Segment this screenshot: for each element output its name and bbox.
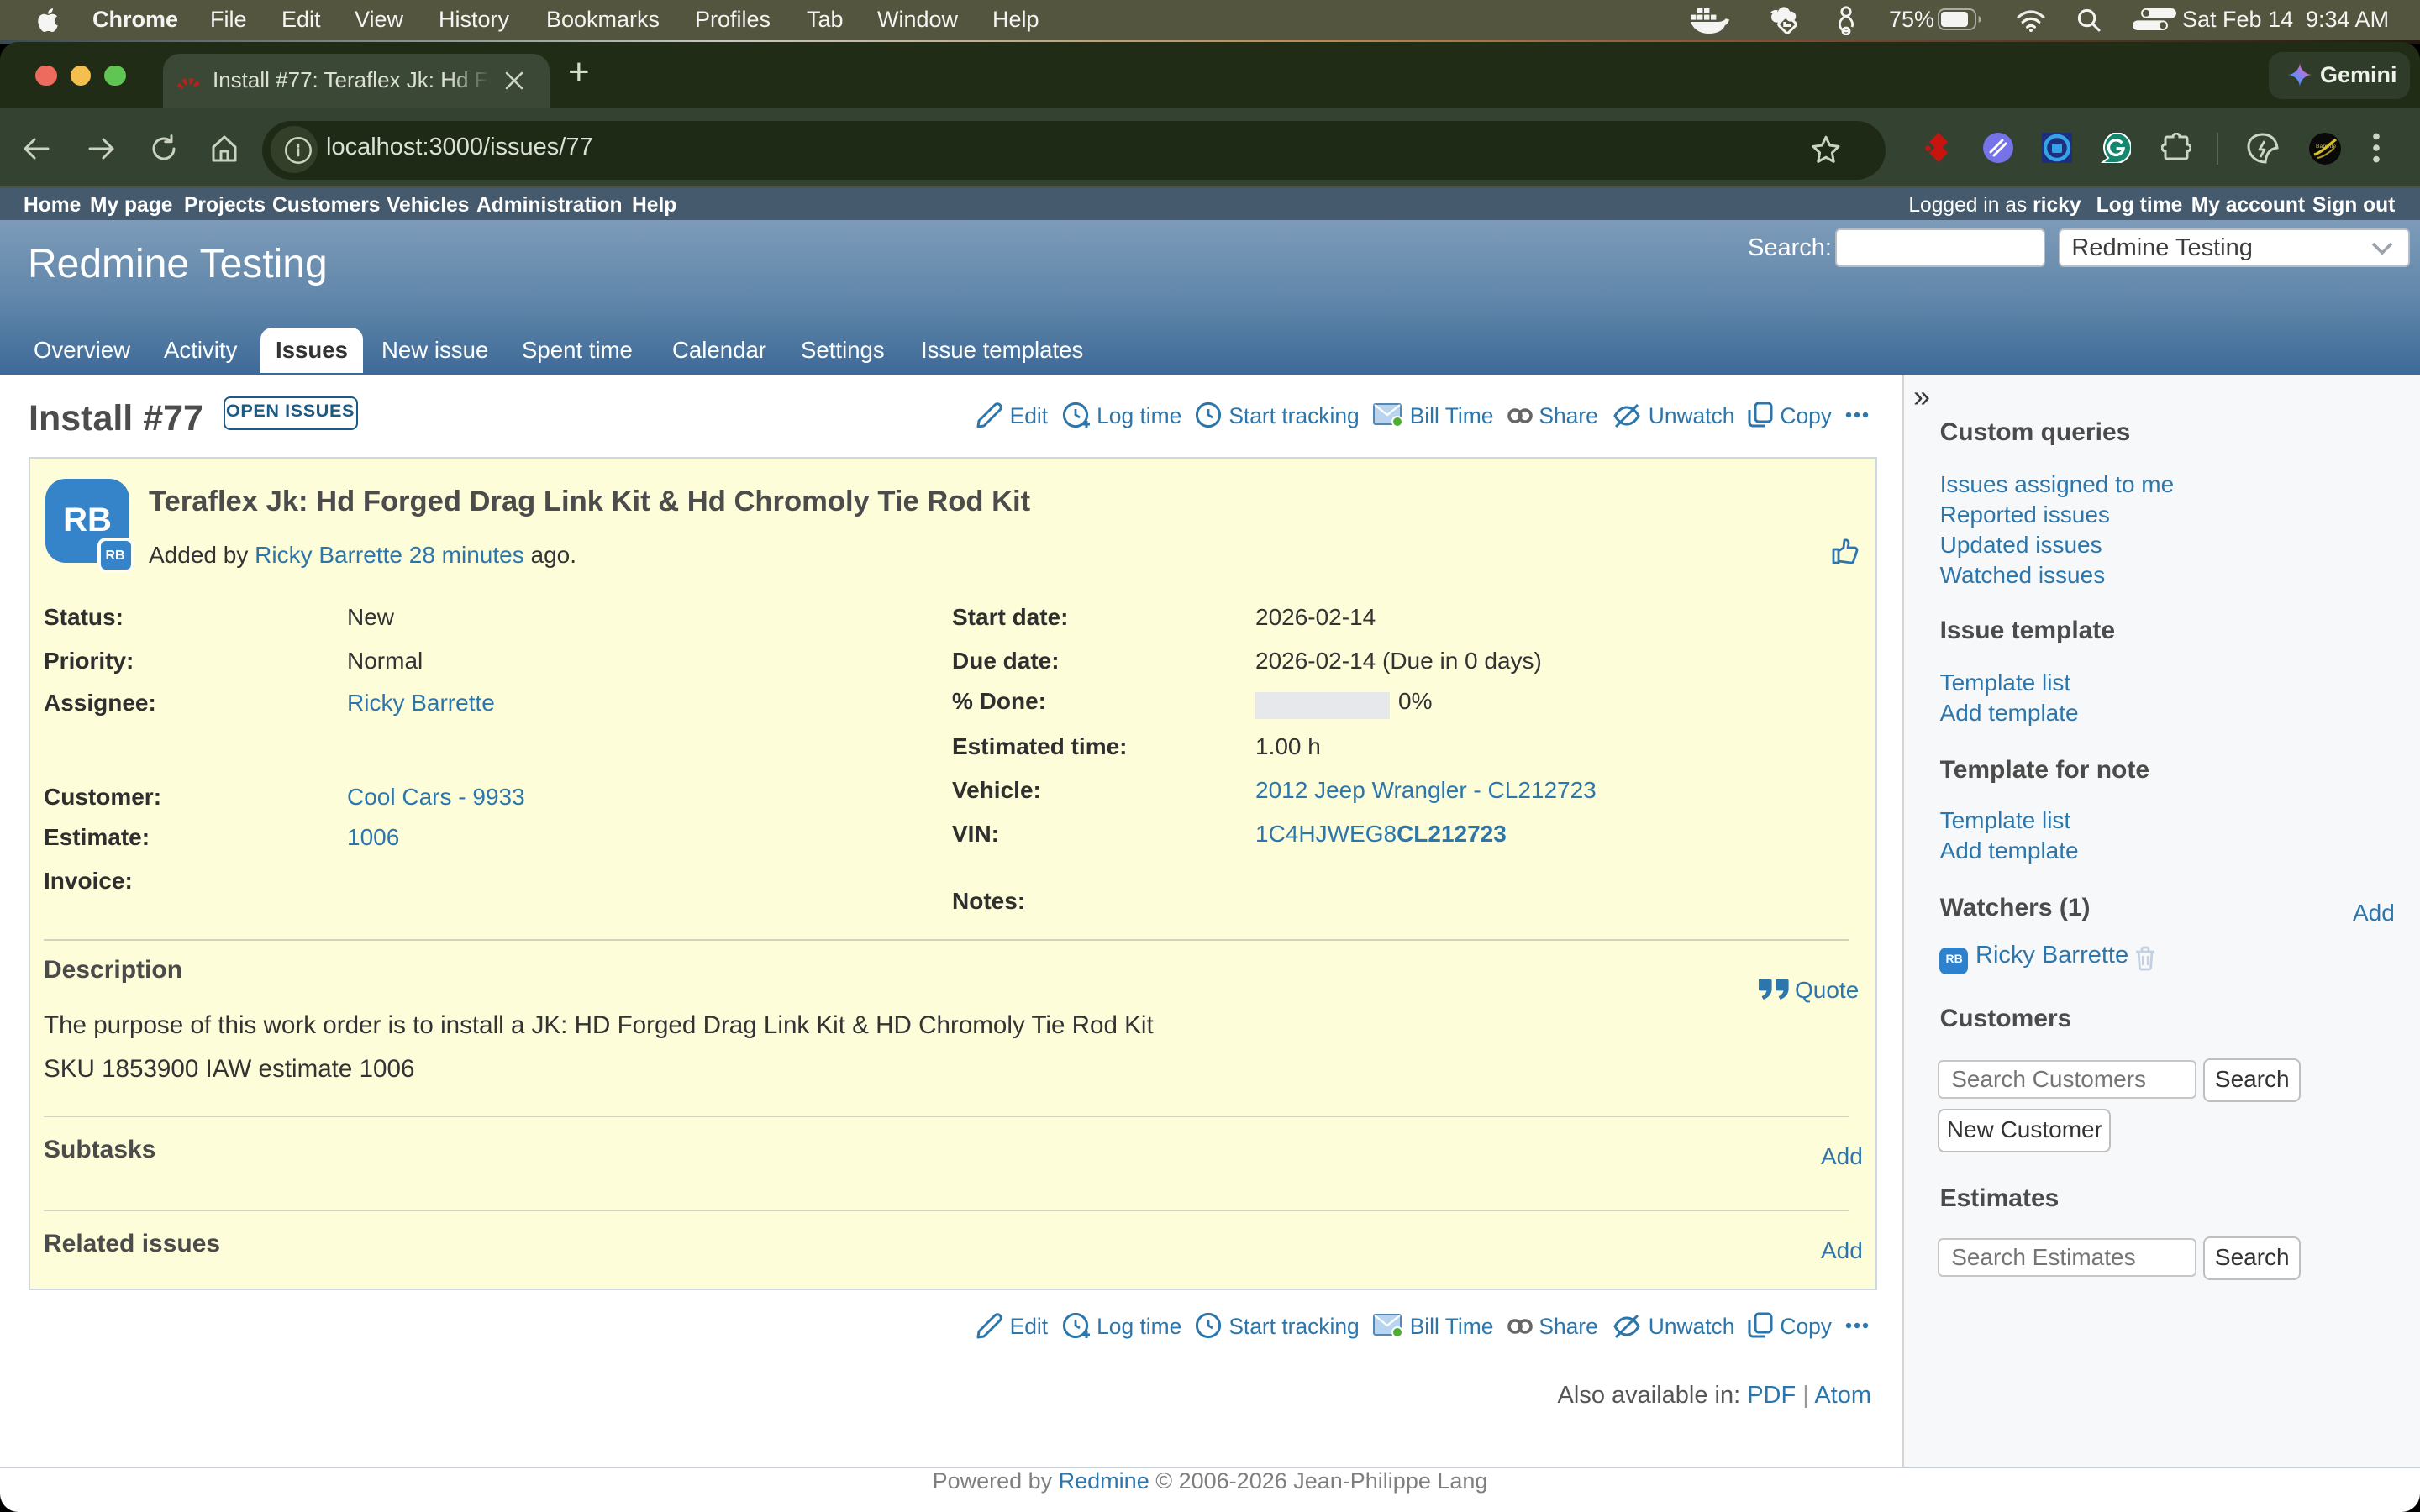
svg-text:Barrette: Barrette xyxy=(2316,143,2336,149)
